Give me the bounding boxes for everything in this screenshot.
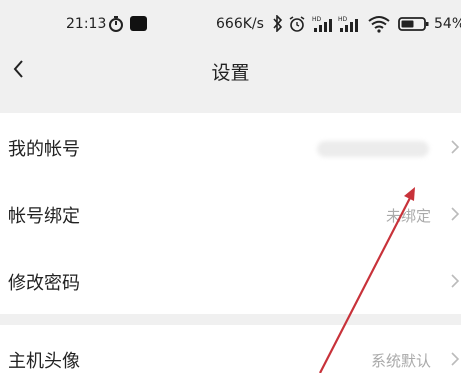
wifi-icon xyxy=(368,16,390,33)
app-notification-icon xyxy=(130,16,147,31)
account-settings-group: 我的帐号 帐号绑定 未绑定 修改密码 xyxy=(0,113,461,314)
svg-text:HD: HD xyxy=(338,16,348,23)
account-value-redacted xyxy=(317,141,429,157)
chevron-right-icon xyxy=(451,207,460,221)
host-avatar-value: 系统默认 xyxy=(370,352,431,370)
nav-bar: 设置 xyxy=(0,48,461,94)
status-time: 21:13 xyxy=(66,16,107,32)
account-binding-row[interactable]: 帐号绑定 未绑定 xyxy=(0,180,461,247)
signal-hd-icon-2: HD xyxy=(338,16,358,32)
device-settings-group: 主机头像 系统默认 xyxy=(0,325,461,392)
account-binding-value: 未绑定 xyxy=(385,207,431,225)
page-title: 设置 xyxy=(211,62,250,84)
host-avatar-label: 主机头像 xyxy=(8,351,80,372)
svg-text:HD: HD xyxy=(312,16,322,23)
signal-hd-icon-1: HD xyxy=(312,16,332,32)
chevron-right-icon xyxy=(451,274,460,288)
account-binding-label: 帐号绑定 xyxy=(8,206,80,227)
chevron-right-icon xyxy=(451,352,460,366)
alarm-icon xyxy=(289,16,305,32)
bluetooth-icon xyxy=(273,15,283,32)
host-avatar-row[interactable]: 主机头像 系统默认 xyxy=(0,325,461,392)
change-password-row[interactable]: 修改密码 xyxy=(0,247,461,314)
my-account-label: 我的帐号 xyxy=(8,139,80,160)
network-speed: 666K/s xyxy=(216,16,264,32)
my-account-row[interactable]: 我的帐号 xyxy=(0,113,461,180)
timer-icon xyxy=(109,16,123,32)
change-password-label: 修改密码 xyxy=(8,273,80,294)
battery-icon xyxy=(398,17,429,31)
chevron-right-icon xyxy=(451,140,460,154)
battery-percent: 54% xyxy=(434,16,461,32)
status-bar: 21:13 666K/s HD HD 54% xyxy=(0,0,461,48)
